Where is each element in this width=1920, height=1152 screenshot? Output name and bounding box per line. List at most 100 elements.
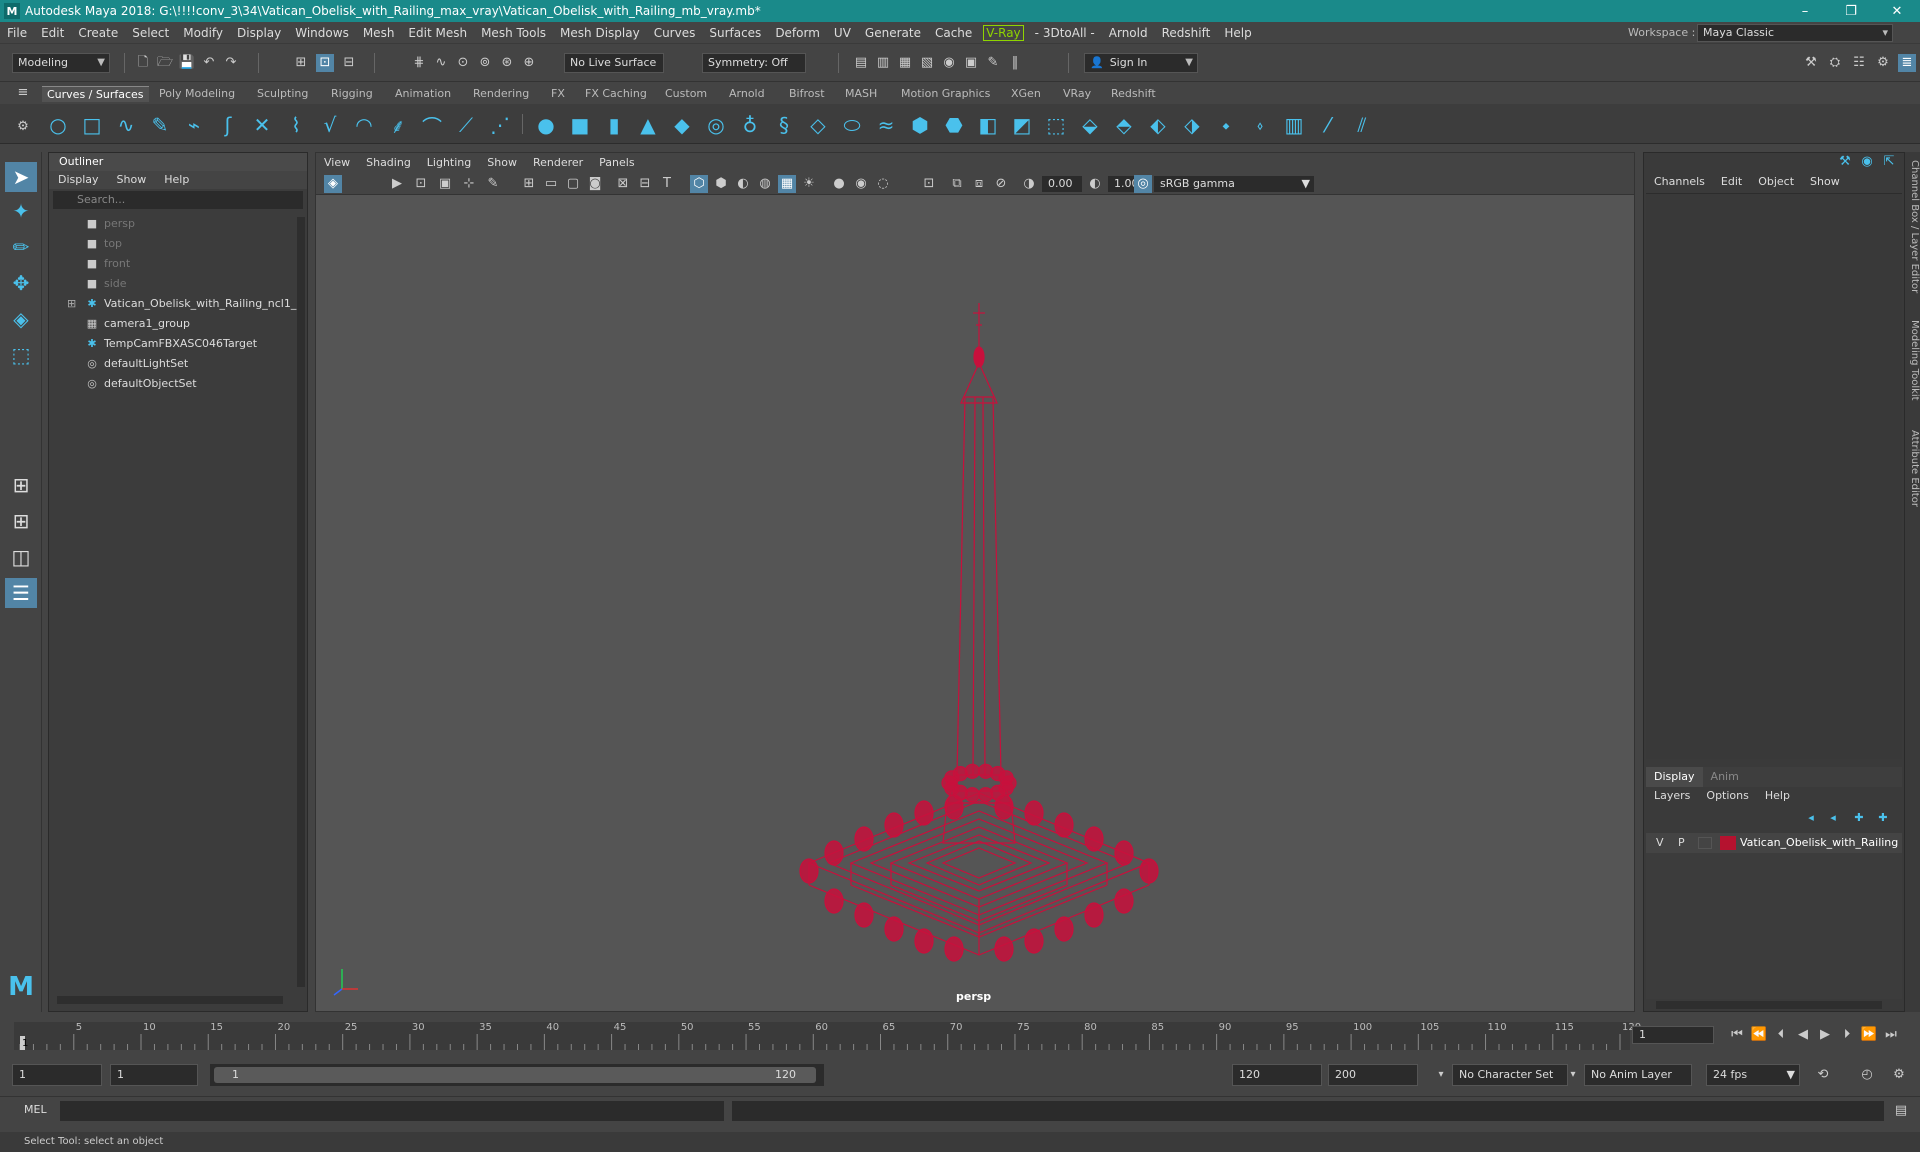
planar-icon[interactable]: ◇ [804,111,832,139]
menu-arnold[interactable]: Arnold [1102,26,1155,40]
rotate-tool-icon[interactable]: ◈ [5,304,37,334]
tab-attribute-editor[interactable]: Attribute Editor [1905,430,1920,507]
tab-sculpting[interactable]: Sculpting [252,86,313,101]
select-object-icon[interactable]: ⊡ [316,54,334,72]
anti-aliasing-icon[interactable]: ◌ [874,175,892,193]
layer-row[interactable]: V P Vatican_Obelisk_with_Railing [1646,833,1902,853]
time-slider[interactable]: 5 10 15 20 25 30 35 40 45 50 55 60 65 70 75 80 85 90 95 100… [0,1016,1920,1056]
render-settings-icon[interactable]: ▧ [918,54,936,72]
menu-mesh-display[interactable]: Mesh Display [553,26,647,40]
outliner-menu-help[interactable]: Help [155,171,198,189]
revolve-icon[interactable]: ♁ [736,111,764,139]
layer-type-toggle[interactable] [1698,837,1712,849]
insert-knot-icon[interactable]: ⸙ [384,111,412,139]
viewport-menu-show[interactable]: Show [479,153,525,173]
square-surface-icon[interactable]: ◧ [974,111,1002,139]
image-plane-icon[interactable]: ▣ [436,175,454,193]
menu-surfaces[interactable]: Surfaces [702,26,768,40]
exposure-icon[interactable]: ◑ [1020,175,1038,193]
tab-mash[interactable]: MASH [840,86,882,101]
expand-icon[interactable]: ⊞ [67,294,76,314]
nurbs-square-icon[interactable]: □ [78,111,106,139]
menu-create[interactable]: Create [71,26,125,40]
nurbs-circle-icon[interactable]: ○ [44,111,72,139]
film-gate-icon[interactable]: ▭ [542,175,560,193]
mode-dropdown[interactable]: Modeling ▼ [12,53,110,73]
outliner-search-input[interactable]: Search... [53,191,303,209]
tool-settings-icon[interactable]: ⚙ [1874,54,1892,72]
surface-fillet-icon[interactable]: ◩ [1008,111,1036,139]
backface-culling-icon[interactable]: ⊘ [992,175,1010,193]
outliner-layout-icon[interactable]: ☰ [5,578,37,608]
tab-fx[interactable]: FX [546,86,570,101]
step-forward-key-icon[interactable]: ⏩ [1860,1026,1878,1044]
snap-curve-icon[interactable]: ∿ [432,54,450,72]
script-language-label[interactable]: MEL [24,1103,47,1116]
menu-curves[interactable]: Curves [647,26,703,40]
tab-xgen[interactable]: XGen [1006,86,1046,101]
xray-icon[interactable]: ⧉ [948,175,966,193]
anim-layer-chevron-icon[interactable]: ▾ [1564,1066,1582,1084]
step-back-key-icon[interactable]: ⏪ [1750,1026,1768,1044]
attach-surfaces-icon[interactable]: ⬫ [1246,111,1274,139]
character-controls-icon[interactable]: ⛭ [1826,54,1844,72]
restore-button[interactable]: ❐ [1828,4,1874,19]
outliner-item-camera-group[interactable]: ▦ camera1_group [49,314,289,334]
menu-3dtoall[interactable]: - 3DtoAll - [1028,26,1102,40]
channel-box-icon[interactable]: ≣ [1898,54,1916,72]
tab-arnold[interactable]: Arnold [724,86,770,101]
outliner-item-front[interactable]: ■ front [49,254,289,274]
new-scene-icon[interactable]: 🗋 [134,54,152,72]
tab-curves-surfaces[interactable]: Curves / Surfaces [42,86,149,102]
select-tool-icon[interactable]: ➤ [5,162,37,192]
two-pane-icon[interactable]: ◫ [5,542,37,572]
select-component-icon[interactable]: ⊟ [340,54,358,72]
tab-poly-modeling[interactable]: Poly Modeling [154,86,240,101]
outliner-horizontal-scrollbar[interactable] [57,996,283,1004]
ambient-occlusion-icon[interactable]: ● [830,175,848,193]
snap-view-icon[interactable]: ⊚ [476,54,494,72]
tab-motion-graphics[interactable]: Motion Graphics [896,86,995,101]
tab-modeling-toolkit[interactable]: Modeling Toolkit [1905,320,1920,401]
snap-live-icon[interactable]: ⊕ [520,54,538,72]
loft-icon[interactable]: § [770,111,798,139]
outliner-menu-display[interactable]: Display [49,171,108,189]
field-chart-icon[interactable]: ⊠ [614,175,632,193]
menu-windows[interactable]: Windows [288,26,356,40]
outliner-item-side[interactable]: ■ side [49,274,289,294]
shadows-icon[interactable]: ☀ [800,175,818,193]
color-space-dropdown[interactable]: sRGB gamma ▼ [1154,176,1314,192]
exposure-input[interactable]: 0.00 [1042,176,1082,192]
menu-display[interactable]: Display [230,26,288,40]
attach-curves-icon[interactable]: ⌇ [282,111,310,139]
outliner-item-defaultlightset[interactable]: ◎ defaultLightSet [49,354,289,374]
scene-start-input[interactable]: 1 [12,1064,102,1086]
snap-grid-icon[interactable]: ⋕ [410,54,428,72]
outliner-vertical-scrollbar[interactable] [297,217,305,987]
pencil-curve-icon[interactable]: ✎ [146,111,174,139]
new-layer-selected-icon[interactable]: ✚ [1874,809,1892,827]
color-management-icon[interactable]: ◎ [1134,175,1152,193]
menu-redshift[interactable]: Redshift [1155,26,1218,40]
bezier-curve-icon[interactable]: ʃ [214,111,242,139]
move-layer-up-icon[interactable]: ◂ [1802,809,1820,827]
outliner-item-tempcam[interactable]: ✱ TempCamFBXASC046Target [49,334,289,354]
menu-uv[interactable]: UV [827,26,858,40]
tab-animation[interactable]: Animation [390,86,456,101]
rebuild-surface-icon[interactable]: ⁄ [1314,111,1342,139]
outliner-item-persp[interactable]: ■ persp [49,214,289,234]
menu-select[interactable]: Select [125,26,176,40]
scale-tool-icon[interactable]: ⬚ [5,340,37,370]
object-menu[interactable]: Object [1750,173,1802,190]
intersect-surface-icon[interactable]: ⬖ [1144,111,1172,139]
gate-mask-icon[interactable]: ◙ [586,175,604,193]
smooth-shade-icon[interactable]: ⬢ [712,175,730,193]
close-button[interactable]: ✕ [1874,4,1920,19]
ipr-render-icon[interactable]: ▦ [896,54,914,72]
go-to-start-icon[interactable]: ⏮ [1728,1026,1746,1044]
tab-display[interactable]: Display [1646,767,1703,787]
range-handle[interactable]: 1 120 [214,1067,816,1083]
isolate-select-icon[interactable]: ⊡ [920,175,938,193]
play-backward-icon[interactable]: ◀ [1794,1026,1812,1044]
nurbs-sphere-icon[interactable]: ● [532,111,560,139]
